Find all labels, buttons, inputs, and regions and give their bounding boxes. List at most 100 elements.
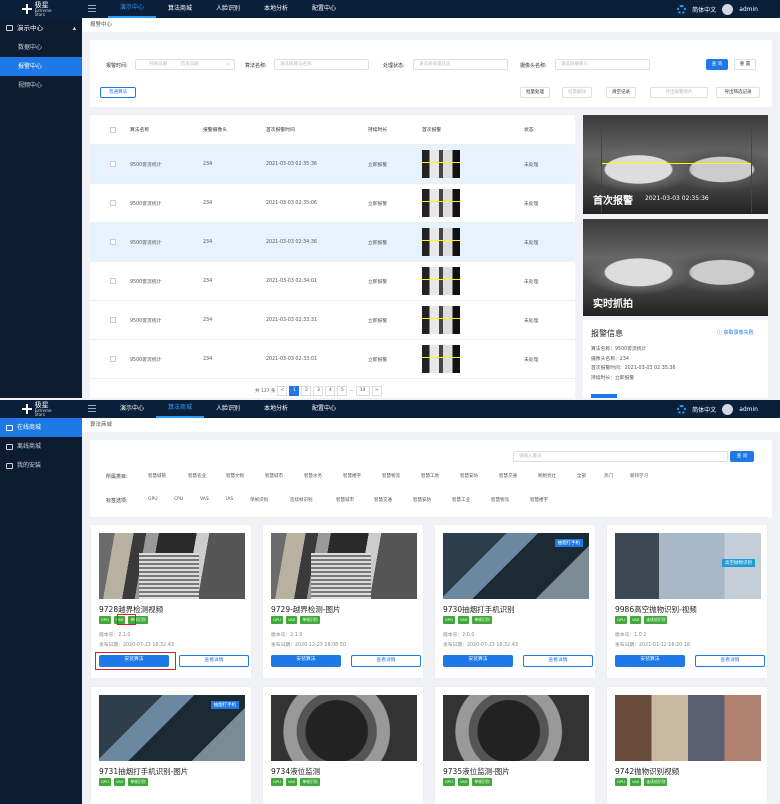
detail-button[interactable]: 查看详情 — [523, 655, 593, 667]
alarm-thumbnail[interactable] — [422, 150, 460, 178]
nav-config-center[interactable]: 配置中心 — [300, 0, 348, 18]
alarm-thumbnail[interactable] — [422, 228, 460, 256]
tag-item[interactable]: 单帧识别 — [250, 497, 268, 503]
action-button-partial[interactable] — [591, 394, 617, 398]
nav-face-recognition[interactable]: 人脸识别 — [204, 0, 252, 18]
username[interactable]: admin — [739, 406, 758, 413]
install-button[interactable]: 安装算法 — [615, 655, 685, 667]
page-5[interactable]: 5 — [337, 386, 348, 396]
category-item[interactable]: 智慧文物 — [226, 473, 244, 479]
tag-item[interactable]: GPU — [148, 497, 158, 502]
camera-select[interactable]: 请选择摄像头 — [555, 59, 650, 70]
page-14[interactable]: 14 — [355, 386, 370, 396]
tag-item[interactable]: 智慧楼宇 — [530, 497, 548, 503]
table-row[interactable]: 9500客流统计 234 2021-03-03 02:34:36 立即报警 未处… — [90, 223, 575, 262]
tag-item[interactable]: CPU — [174, 497, 183, 502]
tag-item[interactable]: 智慧交通 — [374, 497, 392, 503]
nav-face-recognition[interactable]: 人脸识别 — [204, 400, 252, 418]
nav-config-center[interactable]: 配置中心 — [300, 400, 348, 418]
algo-card[interactable]: 抽烟打手机 9730抽烟打手机识别 GPU VAS 单帧识别 版本号：2.0.0 发… — [434, 524, 596, 679]
tag-item[interactable]: IAS — [226, 497, 233, 502]
batch-process-button[interactable]: 批量处理 — [520, 87, 550, 98]
table-row[interactable]: 9500客流统计 234 2021-03-03 02:35:06 立即报警 未处… — [90, 184, 575, 223]
row-checkbox[interactable] — [110, 356, 116, 362]
search-button[interactable]: 查 询 — [730, 451, 754, 462]
alarm-thumbnail[interactable] — [422, 306, 460, 334]
category-item[interactable]: 智慧城管 — [148, 473, 166, 479]
category-item[interactable]: 智慧物流 — [382, 473, 400, 479]
select-all-checkbox[interactable] — [110, 127, 116, 133]
tag-item[interactable]: 智慧城市 — [336, 497, 354, 503]
table-row[interactable]: 9500客流统计 234 2021-03-03 02:35:36 立即报警 未处… — [90, 145, 575, 184]
sidebar-item-offline-store[interactable]: 离线商城 — [0, 437, 82, 456]
language-switch[interactable]: 简体中文 — [692, 405, 716, 414]
algo-select[interactable]: 请选择算法名称 — [274, 59, 369, 70]
sidebar-item-online-store[interactable]: 在线商城 — [0, 418, 82, 437]
category-item[interactable]: 智慧水务 — [304, 473, 322, 479]
gear-icon[interactable] — [677, 4, 687, 14]
status-select[interactable]: 请选择处理状态 — [413, 59, 508, 70]
algo-card[interactable]: 9735液位监测-图片 GPU VAS 单帧识别 — [434, 686, 596, 804]
fetch-record-link[interactable]: ⓘ 获取录像失败 — [717, 329, 754, 336]
detail-button[interactable]: 查看详情 — [695, 655, 765, 667]
category-item[interactable]: 智慧城市 — [265, 473, 283, 479]
nav-local-analysis[interactable]: 本地分析 — [252, 0, 300, 18]
tag-item[interactable]: 智慧物流 — [491, 497, 509, 503]
row-checkbox[interactable] — [110, 278, 116, 284]
page-2[interactable]: 2 — [301, 386, 312, 396]
sidebar-item-video-center[interactable]: 视频中心 — [0, 76, 82, 95]
table-row[interactable]: 9500客流统计 234 2021-03-03 02:33:31 立即报警 未处… — [90, 301, 575, 340]
category-item[interactable]: 明厨亮灶 — [538, 473, 556, 479]
alarm-thumbnail[interactable] — [422, 345, 460, 373]
category-item[interactable]: 全部 — [577, 473, 586, 479]
algo-card[interactable]: 高空抛物识别 9986高空抛物识别-视频 GPU VAS 连续帧识别 版本号：1.0… — [606, 524, 768, 679]
first-alarm-image[interactable]: 首次报警 2021-03-03 02:35:36 — [583, 115, 768, 214]
algo-search-input[interactable]: 请输入算法 — [513, 451, 728, 462]
category-item[interactable]: 智慧工地 — [421, 473, 439, 479]
category-item[interactable]: 智慧楼宇 — [343, 473, 361, 479]
avatar[interactable] — [722, 3, 734, 15]
alarm-thumbnail[interactable] — [422, 267, 460, 295]
algo-card[interactable]: 9734液位监测 GPU VAS 单帧识别 — [262, 686, 424, 804]
menu-toggle-icon[interactable] — [88, 5, 96, 13]
date-range-input[interactable]: 开始日期 - 结束日期 ▭ — [135, 59, 235, 70]
algo-card[interactable]: 抽烟打手机 9731抽烟打手机识别-图片 GPU VAS 单帧识别 — [90, 686, 252, 804]
clear-records-button[interactable]: 清空记录 — [606, 87, 636, 98]
sidebar-item-data-center[interactable]: 数据中心 — [0, 38, 82, 57]
algo-card[interactable]: 9728越界检测视频 GPU VAS 单帧识别 版本号：2.1.0 发布日期：202… — [90, 524, 252, 679]
category-item[interactable]: 智慧农业 — [188, 473, 206, 479]
category-item[interactable]: 智慧安防 — [460, 473, 478, 479]
tag-item[interactable]: 连续帧识别 — [290, 497, 313, 503]
prev-page-button[interactable]: < — [277, 386, 288, 396]
install-button[interactable]: 安装算法 — [443, 655, 513, 667]
nav-demo-center[interactable]: 演示中心 — [108, 0, 156, 18]
tag-item[interactable]: 智慧安防 — [413, 497, 431, 503]
export-images-button[interactable]: 导出报警图片 — [650, 87, 708, 98]
install-button[interactable]: 安装算法 — [271, 655, 341, 667]
alarm-thumbnail[interactable] — [422, 189, 460, 217]
tag-item[interactable]: 智慧工业 — [452, 497, 470, 503]
page-1[interactable]: 1 — [289, 386, 300, 396]
row-checkbox[interactable] — [110, 317, 116, 323]
table-row[interactable]: 9500客流统计 234 2021-03-03 02:33:01 立即报警 未处… — [90, 340, 575, 379]
category-item[interactable]: 智慧交通 — [499, 473, 517, 479]
page-3[interactable]: 3 — [313, 386, 324, 396]
live-capture-image[interactable]: 实时抓拍 — [583, 219, 768, 316]
algo-card[interactable]: 9742抛物识别视频 GPU VAS 连续帧识别 — [606, 686, 768, 804]
reset-button[interactable]: 重 置 — [734, 59, 756, 70]
category-item[interactable]: 热门 — [604, 473, 613, 479]
detail-button[interactable]: 查看详情 — [351, 655, 421, 667]
nav-algo-store[interactable]: 算法商城 — [156, 400, 204, 418]
gear-icon[interactable] — [677, 404, 687, 414]
language-switch[interactable]: 简体中文 — [692, 5, 716, 14]
avatar[interactable] — [722, 403, 734, 415]
nav-algo-store[interactable]: 算法商城 — [156, 0, 204, 18]
algo-card[interactable]: 9729-越界检测-图片 GPU VAS 单帧识别 版本号：2.1.0 发布日期：2… — [262, 524, 424, 679]
page-4[interactable]: 4 — [325, 386, 336, 396]
next-page-button[interactable]: > — [371, 386, 382, 396]
row-checkbox[interactable] — [110, 239, 116, 245]
query-button[interactable]: 查 询 — [706, 59, 728, 70]
export-records-button[interactable]: 导出筛选记录 — [716, 87, 760, 98]
sidebar-item-my-installs[interactable]: 我的安装 — [0, 456, 82, 475]
row-checkbox[interactable] — [110, 200, 116, 206]
